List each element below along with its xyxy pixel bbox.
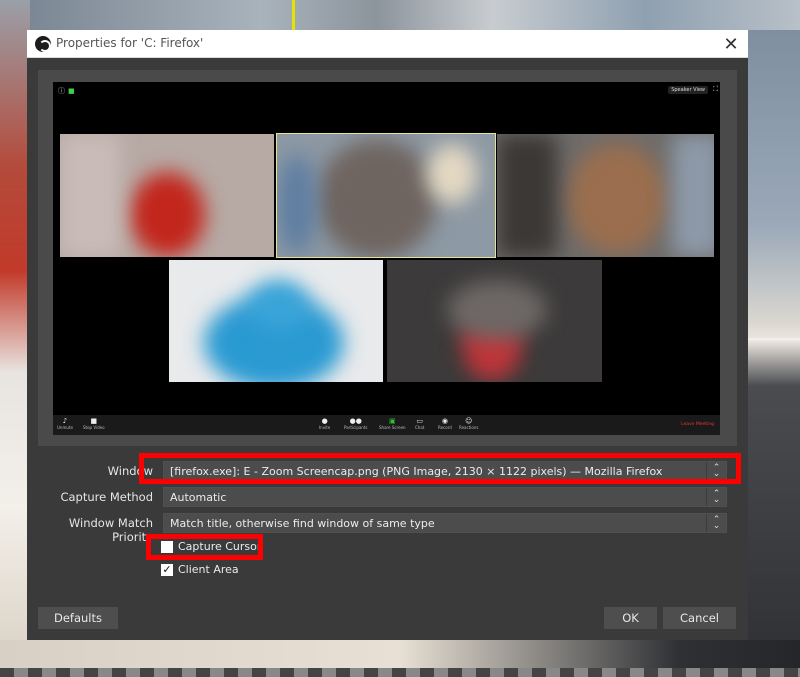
record-control: ◉ Record [438, 417, 452, 430]
microphone-icon: ♪ [62, 417, 68, 425]
participants-icon: ●● [349, 417, 362, 425]
client-area-label: Client Area [178, 563, 239, 576]
chat-icon: ▭ [416, 417, 423, 425]
lock-icon: ■ [68, 87, 75, 95]
reactions-control: ☺ Reactions [459, 417, 479, 430]
video-camera-icon: ■ [90, 417, 98, 425]
background-video-top [30, 0, 800, 30]
title-bar[interactable]: Properties for 'C: Firefox' ✕ [27, 30, 748, 58]
window-label: Window [107, 464, 153, 478]
window-select[interactable]: [firefox.exe]: E - Zoom Screencap.png (P… [163, 461, 727, 481]
video-tile [387, 260, 602, 382]
window-match-priority-value: Match title, otherwise find window of sa… [170, 517, 435, 530]
capture-cursor-option[interactable]: Capture Cursor [161, 540, 261, 553]
background-guide-line [748, 338, 800, 340]
stop-video-control: ■ Stop Video [83, 417, 105, 430]
cancel-button[interactable]: Cancel [663, 607, 736, 629]
leave-meeting-button: Leave Meeting [681, 422, 714, 427]
window-select-value: [firefox.exe]: E - Zoom Screencap.png (P… [170, 465, 663, 478]
invite-control: ● Invite [319, 417, 331, 430]
source-preview: ⓘ ■ Speaker View ⛶ ♪ Unmute ■ Stop Video… [53, 82, 720, 435]
background-video-left [0, 0, 30, 677]
video-tile [497, 134, 714, 257]
updown-arrows-icon: ⌃ ⌄ [706, 462, 726, 480]
chat-control: ▭ Chat [415, 417, 425, 430]
client-area-checkbox[interactable]: ✓ [161, 563, 173, 576]
updown-arrows-icon: ⌃ ⌄ [706, 488, 726, 506]
obs-icon [35, 36, 51, 52]
source-preview-frame: ⓘ ■ Speaker View ⛶ ♪ Unmute ■ Stop Video… [38, 70, 737, 446]
window-match-priority-select[interactable]: Match title, otherwise find window of sa… [163, 513, 727, 533]
share-screen-icon: ▣ [388, 417, 396, 425]
client-area-option[interactable]: ✓ Client Area [161, 563, 239, 576]
video-tile [169, 260, 383, 382]
reactions-icon: ☺ [465, 417, 473, 425]
capture-cursor-label: Capture Cursor [178, 540, 262, 553]
updown-arrows-icon: ⌃ ⌄ [706, 514, 726, 532]
info-icon: ⓘ [58, 87, 65, 95]
background-video-right [748, 30, 800, 677]
participants-control: ●● Participants [344, 417, 368, 430]
capture-cursor-checkbox[interactable] [161, 540, 173, 553]
capture-method-value: Automatic [170, 491, 227, 504]
person-add-icon: ● [321, 417, 328, 425]
background-guide-line [292, 0, 295, 30]
defaults-button[interactable]: Defaults [38, 607, 118, 629]
properties-dialog: Properties for 'C: Firefox' ✕ ⓘ ■ Speaker… [27, 30, 748, 640]
capture-method-label: Capture Method [60, 490, 153, 504]
share-screen-control: ▣ Share Screen [379, 417, 406, 430]
speaker-view-button: Speaker View [668, 86, 708, 94]
video-tile [60, 134, 274, 257]
record-icon: ◉ [441, 417, 448, 425]
background-stripe [0, 668, 800, 677]
dialog-title: Properties for 'C: Firefox' [56, 36, 204, 50]
video-tile-active-speaker [276, 133, 496, 258]
fullscreen-icon: ⛶ [713, 85, 718, 93]
unmute-control: ♪ Unmute [57, 417, 73, 430]
preview-status-icons: ⓘ ■ [58, 86, 75, 96]
meeting-toolbar: ♪ Unmute ■ Stop Video ● Invite ●● Participan… [53, 415, 720, 435]
capture-method-select[interactable]: Automatic ⌃ ⌄ [163, 487, 727, 507]
window-match-priority-label: Window Match Priority [68, 516, 153, 544]
close-icon[interactable]: ✕ [714, 30, 748, 58]
ok-button[interactable]: OK [604, 607, 657, 629]
